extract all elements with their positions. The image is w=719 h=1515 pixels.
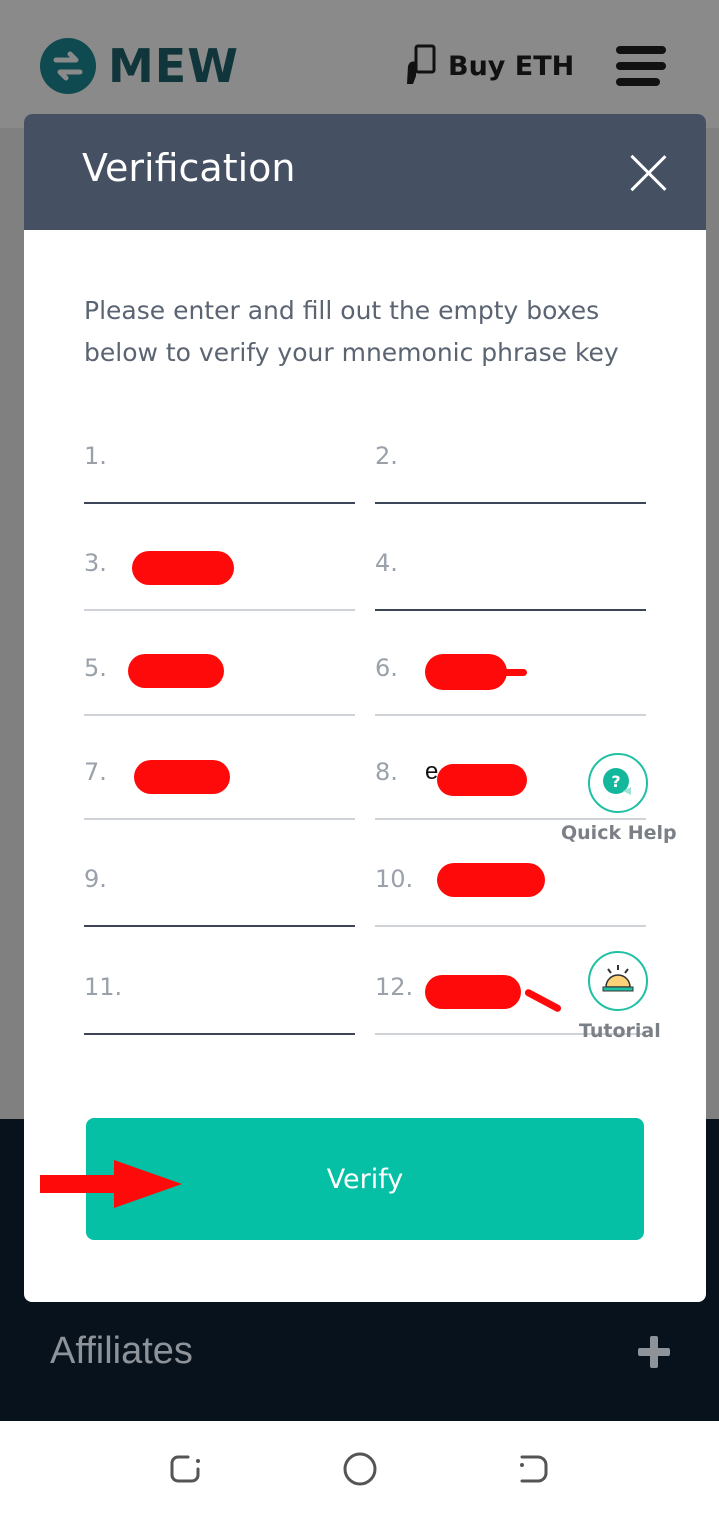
- card-hand-icon: [407, 44, 436, 84]
- field-number: 11.: [84, 973, 123, 1001]
- mnemonic-field-4[interactable]: 4.: [375, 539, 646, 611]
- quick-help-button[interactable]: ?: [588, 753, 648, 813]
- instructions-text: Please enter and fill out the empty boxe…: [84, 296, 619, 367]
- affiliates-link[interactable]: Affiliates: [50, 1330, 193, 1373]
- redaction-mark: [523, 988, 563, 1013]
- field-number: 8.: [375, 758, 398, 786]
- android-nav-bar: [0, 1421, 719, 1515]
- redaction-mark: [437, 764, 527, 796]
- mnemonic-field-7[interactable]: 7.: [84, 748, 355, 820]
- mnemonic-field-5[interactable]: 5.: [84, 644, 355, 716]
- back-icon[interactable]: [516, 1451, 552, 1487]
- redaction-mark: [132, 551, 234, 585]
- field-number: 2.: [375, 442, 398, 470]
- field-number: 4.: [375, 549, 398, 577]
- verification-modal: Verification Please enter and fill out t…: [24, 114, 706, 1302]
- mnemonic-field-9[interactable]: 9.: [84, 855, 355, 927]
- tutorial-button[interactable]: [588, 951, 648, 1011]
- mnemonic-field-11[interactable]: 11.: [84, 963, 355, 1035]
- red-arrow-icon: [40, 1160, 182, 1208]
- tutorial-label[interactable]: Tutorial: [579, 1020, 661, 1042]
- close-icon[interactable]: [629, 154, 667, 192]
- mew-logo-icon: [40, 38, 96, 94]
- field-number: 9.: [84, 865, 107, 893]
- modal-header: Verification: [24, 114, 706, 230]
- recent-apps-icon[interactable]: [168, 1451, 204, 1487]
- field-number: 7.: [84, 758, 107, 786]
- mnemonic-field-10[interactable]: 10.: [375, 855, 646, 927]
- redaction-mark: [437, 863, 545, 897]
- modal-title: Verification: [82, 146, 296, 190]
- field-number: 12.: [375, 973, 414, 1001]
- field-number: 3.: [84, 549, 107, 577]
- mnemonic-field-1[interactable]: 1.: [84, 432, 355, 504]
- redaction-mark: [485, 669, 527, 676]
- mnemonic-field-3[interactable]: 3.: [84, 539, 355, 611]
- redaction-mark: [425, 975, 521, 1009]
- app-header: MEW Buy ETH: [0, 0, 719, 128]
- home-icon[interactable]: [342, 1451, 378, 1487]
- mnemonic-field-6[interactable]: 6.: [375, 644, 646, 716]
- logo-text: MEW: [108, 39, 239, 93]
- redaction-mark: [134, 760, 230, 794]
- quick-help-label[interactable]: Quick Help: [561, 822, 677, 844]
- bell-icon: [602, 965, 634, 992]
- field-number: 5.: [84, 654, 107, 682]
- hamburger-menu-icon[interactable]: [616, 46, 666, 86]
- plus-icon[interactable]: [638, 1336, 670, 1368]
- field-number: 6.: [375, 654, 398, 682]
- field-number: 10.: [375, 865, 414, 893]
- svg-text:?: ?: [611, 772, 620, 791]
- mew-logo[interactable]: MEW: [40, 38, 239, 94]
- question-icon: ?: [603, 768, 631, 795]
- buy-eth-button[interactable]: Buy ETH: [404, 44, 574, 88]
- redaction-mark: [128, 654, 224, 688]
- mnemonic-field-2[interactable]: 2.: [375, 432, 646, 504]
- field-number: 1.: [84, 442, 107, 470]
- buy-eth-label: Buy ETH: [448, 50, 575, 82]
